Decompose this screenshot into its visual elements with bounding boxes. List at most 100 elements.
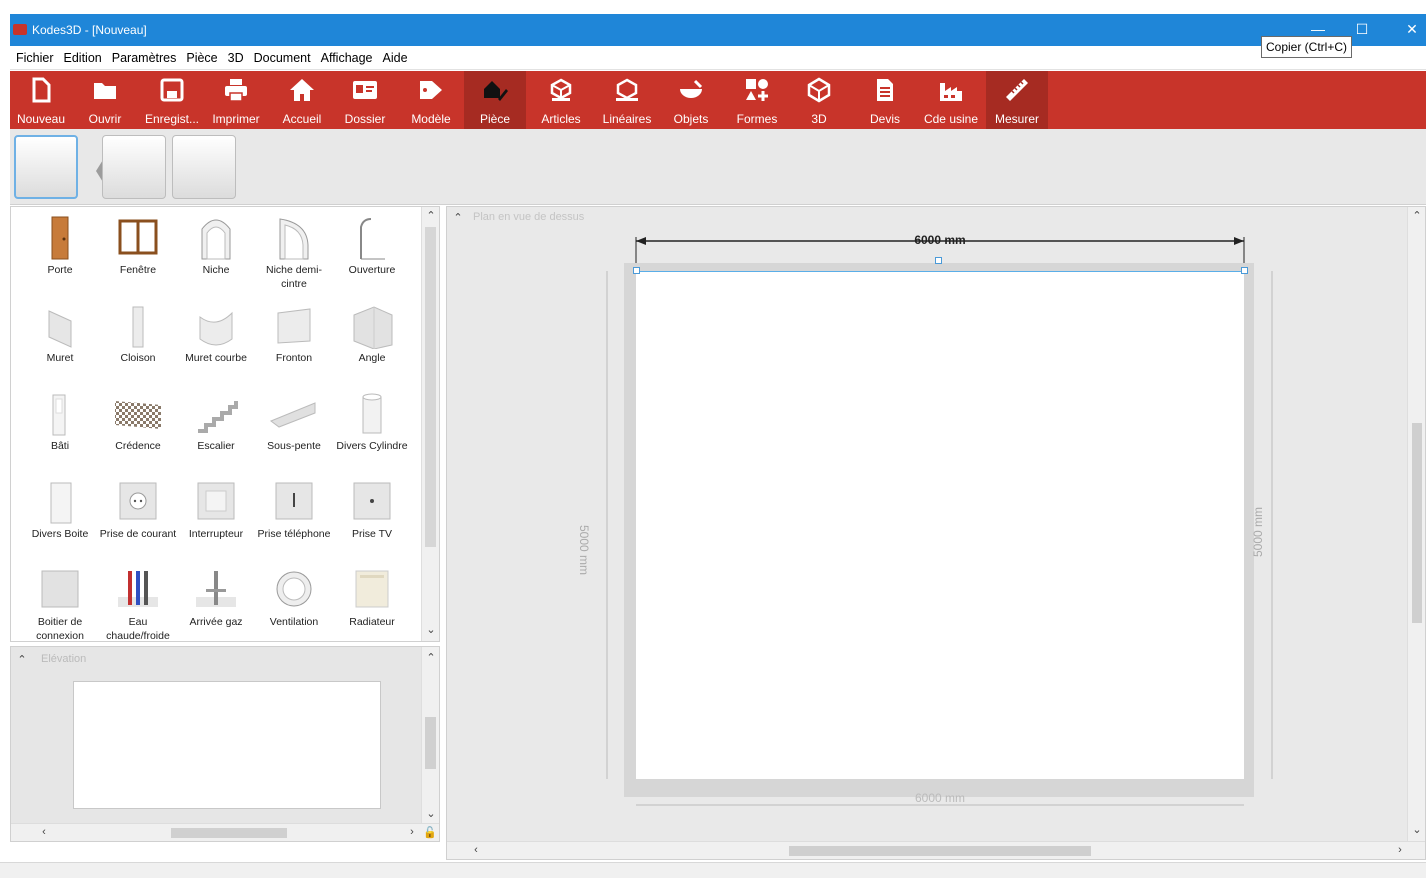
- menu-piece[interactable]: Pièce: [181, 46, 222, 70]
- devis-button[interactable]: Devis: [856, 71, 914, 129]
- catalog-item-niche[interactable]: Niche: [177, 209, 255, 297]
- enregistrer-button[interactable]: Enregist...: [138, 71, 206, 129]
- modele-button[interactable]: Modèle: [400, 71, 462, 129]
- catalog-item-boitier-de-connexion[interactable]: Boitier de connexion: [21, 561, 99, 641]
- catalog-item-fenetre[interactable]: Fenêtre: [99, 209, 177, 297]
- scroll-up-icon[interactable]: ⌃: [424, 209, 438, 222]
- elevation-panel: ⌃ Elévation ⌃ ⌄ ‹ › 🔓: [10, 646, 440, 842]
- scroll-down-icon[interactable]: ⌄: [1410, 823, 1424, 836]
- catalog-item-fronton[interactable]: Fronton: [255, 297, 333, 385]
- elevation-scroll-thumb[interactable]: [425, 717, 436, 769]
- 3d-label: 3D: [811, 112, 827, 126]
- catalog-item-ventilation[interactable]: Ventilation: [255, 561, 333, 641]
- copy-tooltip: Copier (Ctrl+C): [1261, 36, 1353, 58]
- catalog-item-arrivee-gaz[interactable]: Arrivée gaz: [177, 561, 255, 641]
- catalog-item-porte[interactable]: Porte: [21, 209, 99, 297]
- catalog-item-sous-pente[interactable]: Sous-pente: [255, 385, 333, 473]
- box-icon: [50, 482, 72, 524]
- save-icon: [160, 78, 184, 102]
- corner-handle[interactable]: [1241, 267, 1248, 274]
- catalog-item-divers-cylindre[interactable]: Divers Cylindre: [333, 385, 411, 473]
- catalog-item-divers-boite[interactable]: Divers Boite: [21, 473, 99, 561]
- catalog-item-cloison[interactable]: Cloison: [99, 297, 177, 385]
- corner-handle[interactable]: [633, 267, 640, 274]
- maximize-button[interactable]: ☐: [1352, 20, 1372, 38]
- plan-vscrollbar[interactable]: ⌃ ⌄: [1407, 207, 1425, 841]
- catalog-item-radiateur[interactable]: Radiateur: [333, 561, 411, 641]
- staircase-icon: [198, 401, 238, 433]
- menu-fichier[interactable]: Fichier: [10, 46, 59, 70]
- catalog-item-prise-telephone[interactable]: Prise téléphone: [255, 473, 333, 561]
- catalog-item-ouverture[interactable]: Ouverture: [333, 209, 411, 297]
- catalog-label: Niche demi-cintre: [265, 264, 323, 290]
- menu-aide[interactable]: Aide: [378, 46, 413, 70]
- close-button[interactable]: ✕: [1402, 20, 1422, 38]
- cde-usine-button[interactable]: Cde usine: [918, 71, 984, 129]
- objets-button[interactable]: Objets: [662, 71, 720, 129]
- ouvrir-label: Ouvrir: [88, 112, 122, 126]
- imprimer-button[interactable]: Imprimer: [206, 71, 266, 129]
- plan-vscroll-thumb[interactable]: [1412, 423, 1422, 623]
- elevation-hscrollbar[interactable]: ‹ › 🔓: [11, 823, 439, 841]
- piece-button[interactable]: Pièce: [464, 71, 526, 129]
- catalog-item-muret-courbe[interactable]: Muret courbe: [177, 297, 255, 385]
- catalog-scrollbar[interactable]: ⌃ ⌄: [421, 207, 439, 641]
- catalog-item-angle[interactable]: Angle: [333, 297, 411, 385]
- catalog-item-muret[interactable]: Muret: [21, 297, 99, 385]
- formes-button[interactable]: Formes: [726, 71, 788, 129]
- elevation-hscroll-thumb[interactable]: [171, 828, 287, 838]
- catalog-item-prise-de-courant[interactable]: Prise de courant: [99, 473, 177, 561]
- catalog-label: Bâti: [50, 440, 70, 452]
- catalog-item-credence[interactable]: Crédence: [99, 385, 177, 473]
- piece-label: Pièce: [479, 112, 511, 126]
- plan-hscroll-thumb[interactable]: [789, 846, 1091, 856]
- scroll-down-icon[interactable]: ⌄: [424, 807, 438, 820]
- collapse-up-icon[interactable]: ⌃: [15, 653, 29, 666]
- gas-supply-icon: [196, 571, 236, 607]
- view-thumbnail-2[interactable]: [102, 135, 166, 199]
- lock-icon[interactable]: 🔓: [423, 826, 437, 839]
- view-thumbnail-3[interactable]: [172, 135, 236, 199]
- nouveau-button[interactable]: Nouveau: [10, 71, 72, 129]
- catalog-item-escalier[interactable]: Escalier: [177, 385, 255, 473]
- scroll-up-icon[interactable]: ⌃: [1410, 209, 1424, 222]
- catalog-scroll-thumb[interactable]: [425, 227, 436, 547]
- room-floor[interactable]: [636, 271, 1244, 779]
- 3d-button[interactable]: 3D: [790, 71, 848, 129]
- wall-midpoint-handle[interactable]: [935, 257, 942, 264]
- dossier-button[interactable]: Dossier: [334, 71, 396, 129]
- scroll-right-icon[interactable]: ›: [1393, 844, 1407, 856]
- shapes-icon: [746, 79, 768, 101]
- view-thumbnail-1[interactable]: [14, 135, 78, 199]
- lineaires-button[interactable]: Linéaires: [594, 71, 660, 129]
- catalog-item-interrupteur[interactable]: Interrupteur: [177, 473, 255, 561]
- menu-document[interactable]: Document: [249, 46, 316, 70]
- menu-edition[interactable]: Edition: [59, 46, 107, 70]
- plan-view[interactable]: ⌃ Plan en vue de dessus 6000 mm 6000 mm …: [446, 206, 1426, 860]
- catalog-label: Radiateur: [349, 616, 395, 628]
- corner-icon: [353, 306, 393, 349]
- catalog-label: Escalier: [197, 440, 235, 452]
- document-icon: [877, 79, 893, 101]
- ouvrir-button[interactable]: Ouvrir: [72, 71, 138, 129]
- menu-affichage[interactable]: Affichage: [316, 46, 378, 70]
- catalog-item-niche-demi-cintre[interactable]: Niche demi-cintre: [255, 209, 333, 297]
- scroll-left-icon[interactable]: ‹: [469, 844, 483, 856]
- catalog-label: Sous-pente: [267, 440, 321, 452]
- element-catalog: Porte Fenêtre Niche Niche demi-cintre Ou…: [10, 206, 440, 642]
- catalog-item-prise-tv[interactable]: Prise TV: [333, 473, 411, 561]
- elevation-vscrollbar[interactable]: ⌃ ⌄: [421, 647, 439, 823]
- mesurer-button[interactable]: Mesurer: [986, 71, 1048, 129]
- catalog-item-eau-chaude-froide[interactable]: Eau chaude/froide: [99, 561, 177, 641]
- new-document-icon: [32, 77, 51, 103]
- catalog-item-bati[interactable]: Bâti: [21, 385, 99, 473]
- menu-parametres[interactable]: Paramètres: [107, 46, 182, 70]
- scroll-left-icon[interactable]: ‹: [37, 826, 51, 838]
- scroll-right-icon[interactable]: ›: [405, 826, 419, 838]
- accueil-button[interactable]: Accueil: [272, 71, 332, 129]
- scroll-down-icon[interactable]: ⌄: [424, 623, 438, 636]
- menu-3d[interactable]: 3D: [223, 46, 249, 70]
- articles-button[interactable]: Articles: [530, 71, 592, 129]
- scroll-up-icon[interactable]: ⌃: [424, 651, 438, 664]
- plan-hscrollbar[interactable]: ‹ ›: [447, 841, 1425, 859]
